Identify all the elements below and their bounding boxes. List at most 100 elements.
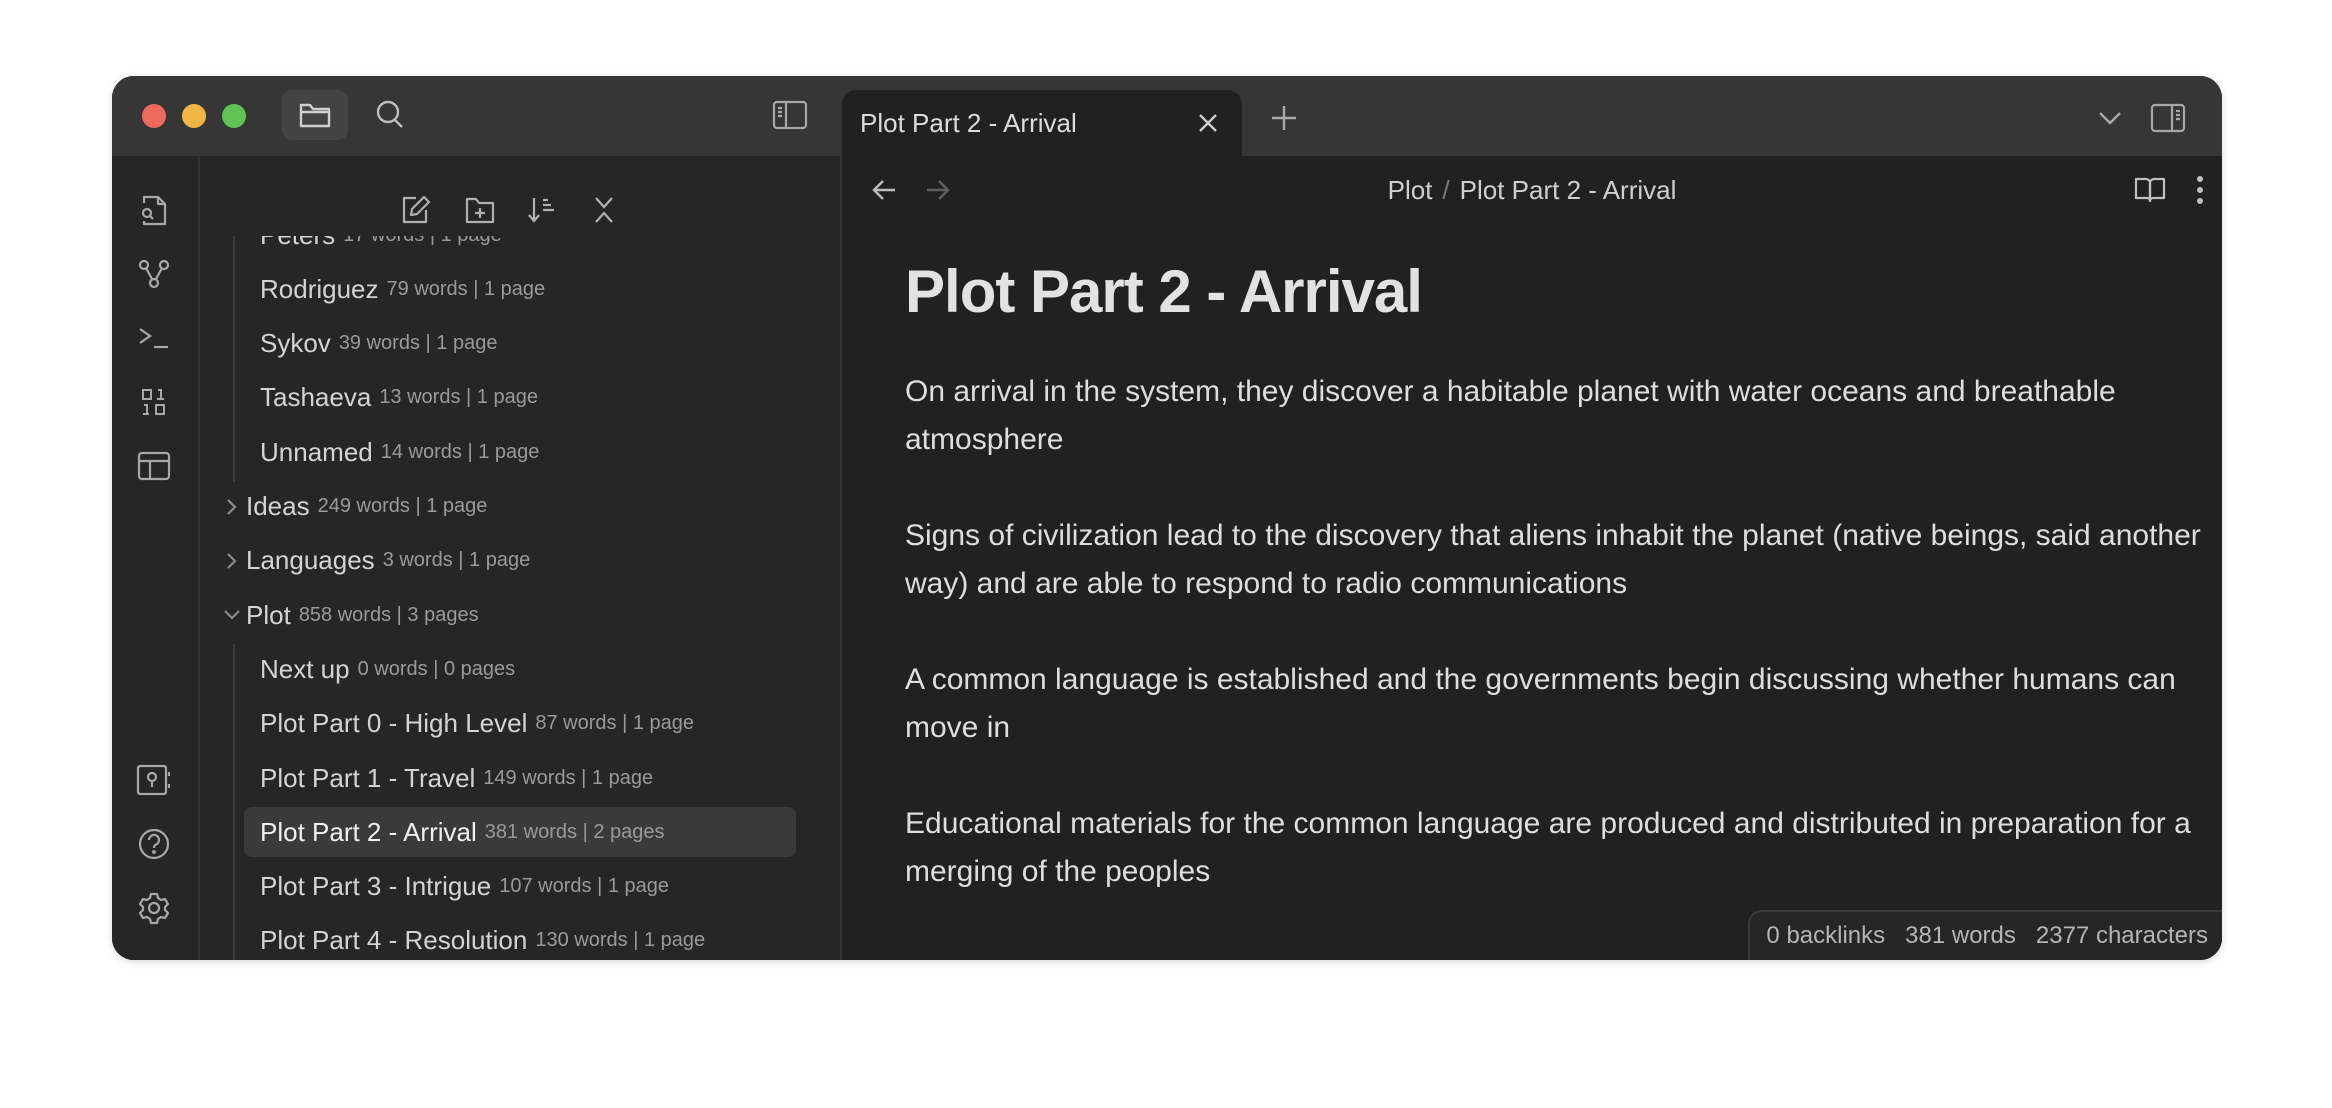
more-options-button[interactable] <box>2178 168 2222 212</box>
tree-file[interactable]: Peters 17 words | 1 page <box>244 236 502 260</box>
minimize-window-button[interactable] <box>182 104 206 128</box>
collapse-all-icon <box>591 195 617 225</box>
breadcrumb-parent[interactable]: Plot <box>1388 175 1433 205</box>
file-explorer: Peters 17 words | 1 page Rodriguez 79 words… <box>200 156 842 960</box>
titlebar <box>112 76 842 156</box>
tree-item-stats: 17 words | 1 page <box>343 236 502 247</box>
toggle-left-sidebar-button[interactable] <box>757 90 823 140</box>
tree-item-name: Plot Part 2 - Arrival <box>260 816 477 847</box>
tree-item-name: Plot Part 4 - Resolution <box>260 925 528 956</box>
templates-button[interactable] <box>132 444 176 488</box>
tree-item-stats: 130 words | 1 page <box>535 929 706 952</box>
indent-guide <box>233 644 235 960</box>
tree-file[interactable]: Tashaeva 13 words | 1 page <box>244 373 538 423</box>
breadcrumb-current[interactable]: Plot Part 2 - Arrival <box>1460 175 1677 205</box>
tree-item-name: Next up <box>260 653 350 684</box>
tree-folder[interactable]: Languages 3 words | 1 page <box>227 536 531 586</box>
binary-button[interactable] <box>132 380 176 424</box>
close-window-button[interactable] <box>142 104 166 128</box>
search-button[interactable] <box>357 90 423 140</box>
new-note-icon <box>400 194 432 226</box>
character-count: 2377 characters <box>2035 922 2208 949</box>
graph-view-button[interactable] <box>132 252 176 296</box>
paragraph[interactable]: On arrival in the system, they discover … <box>905 368 2205 464</box>
open-vault-button[interactable] <box>132 758 176 802</box>
toggle-right-sidebar-button[interactable] <box>2144 94 2192 142</box>
tree-item-name: Rodriguez <box>260 273 379 304</box>
tab-active[interactable]: Plot Part 2 - Arrival <box>842 90 1242 156</box>
tree-file[interactable]: Plot Part 2 - Arrival 381 words | 2 pages <box>244 807 796 858</box>
new-tab-button[interactable] <box>1262 96 1306 140</box>
new-folder-icon <box>464 195 496 225</box>
tree-item-stats: 79 words | 1 page <box>386 277 546 300</box>
paragraph[interactable]: Educational materials for the common lan… <box>905 800 2205 896</box>
chevron-down-icon <box>2098 110 2122 126</box>
tab-title: Plot Part 2 - Arrival <box>860 107 1077 138</box>
chevron-right-icon[interactable] <box>222 497 242 517</box>
tree-item-stats: 13 words | 1 page <box>379 386 538 409</box>
settings-icon <box>137 891 171 925</box>
backlinks-count[interactable]: 0 backlinks <box>1766 922 1885 950</box>
tab-list-button[interactable] <box>2088 96 2132 140</box>
document: Plot Part 2 - Arrival On arrival in the … <box>905 256 2205 944</box>
help-button[interactable] <box>132 822 176 866</box>
layout-icon <box>137 451 171 481</box>
graph-icon <box>137 258 171 290</box>
sidebar-right-icon <box>2150 103 2186 133</box>
tree-item-stats: 39 words | 1 page <box>338 332 498 355</box>
tree-item-stats: 149 words | 1 page <box>483 766 654 789</box>
editor-pane: Plot / Plot Part 2 - Arrival Plot Part 2 -… <box>842 156 2222 960</box>
new-note-button[interactable] <box>392 186 440 234</box>
tree-item-stats: 381 words | 2 pages <box>484 820 665 843</box>
tree-file[interactable]: Plot Part 4 - Resolution 130 words | 1 pa… <box>244 916 705 960</box>
file-explorer-button[interactable] <box>282 90 348 140</box>
tree-file[interactable]: Plot Part 1 - Travel 149 words | 1 page <box>244 753 653 803</box>
folder-icon <box>298 100 332 130</box>
plus-icon <box>1270 104 1298 132</box>
settings-button[interactable] <box>132 886 176 930</box>
sort-button[interactable] <box>518 186 566 234</box>
help-icon <box>137 827 171 861</box>
explorer-toolbar <box>200 186 840 236</box>
paragraph[interactable]: Signs of civilization lead to the discov… <box>905 512 2205 608</box>
tree-file[interactable]: Sykov 39 words | 1 page <box>244 319 497 369</box>
tree-file[interactable]: Plot Part 0 - High Level 87 words | 1 pag… <box>244 699 694 749</box>
tree-item-stats: 87 words | 1 page <box>535 712 694 735</box>
chevron-down-icon[interactable] <box>222 605 242 625</box>
file-search-icon <box>138 193 170 227</box>
paragraph[interactable]: A common language is established and the… <box>905 656 2205 752</box>
file-tree: Peters 17 words | 1 page Rodriguez 79 words… <box>200 236 840 960</box>
tree-file[interactable]: Next up 0 words | 0 pages <box>244 644 515 694</box>
app-window: Plot Part 2 - Arrival Rodriguez 79 words… <box>112 76 2222 960</box>
indent-guide <box>233 236 235 482</box>
new-folder-button[interactable] <box>456 186 504 234</box>
terminal-icon <box>137 324 171 352</box>
breadcrumb: Plot / Plot Part 2 - Arrival <box>842 170 2222 210</box>
sidebar-left-icon <box>772 100 808 130</box>
sort-icon <box>527 195 557 225</box>
chevron-right-icon[interactable] <box>222 551 242 571</box>
tab-close-button[interactable] <box>1188 103 1228 143</box>
tree-file[interactable]: Unnamed 14 words | 1 page <box>244 427 539 477</box>
reading-view-button[interactable] <box>2128 168 2172 212</box>
tree-item-stats: 249 words | 1 page <box>317 495 488 517</box>
word-count: 381 words <box>1905 922 2016 949</box>
tree-item-name: Sykov <box>260 328 331 359</box>
tree-file[interactable]: Rodriguez 79 words | 1 page <box>244 264 545 314</box>
ribbon <box>112 156 200 960</box>
quick-switcher-button[interactable] <box>132 188 176 232</box>
terminal-button[interactable] <box>132 316 176 360</box>
tree-item-name: Plot Part 1 - Travel <box>260 762 476 793</box>
tree-item-name: Languages <box>246 545 375 576</box>
collapse-all-button[interactable] <box>580 186 628 234</box>
zoom-window-button[interactable] <box>222 104 246 128</box>
tree-folder[interactable]: Plot 858 words | 3 pages <box>224 590 479 640</box>
note-title[interactable]: Plot Part 2 - Arrival <box>905 256 2205 328</box>
binary-icon <box>140 387 168 417</box>
tree-folder[interactable]: Ideas 249 words | 1 page <box>227 482 488 532</box>
tree-file[interactable]: Plot Part 3 - Intrigue 107 words | 1 page <box>244 862 669 912</box>
tree-item-stats: 14 words | 1 page <box>380 440 540 463</box>
tree-item-stats: 3 words | 1 page <box>382 549 531 572</box>
tree-item-name: Ideas <box>246 491 310 521</box>
status-bar: 0 backlinks 381 words 2377 characters <box>1748 910 2222 960</box>
